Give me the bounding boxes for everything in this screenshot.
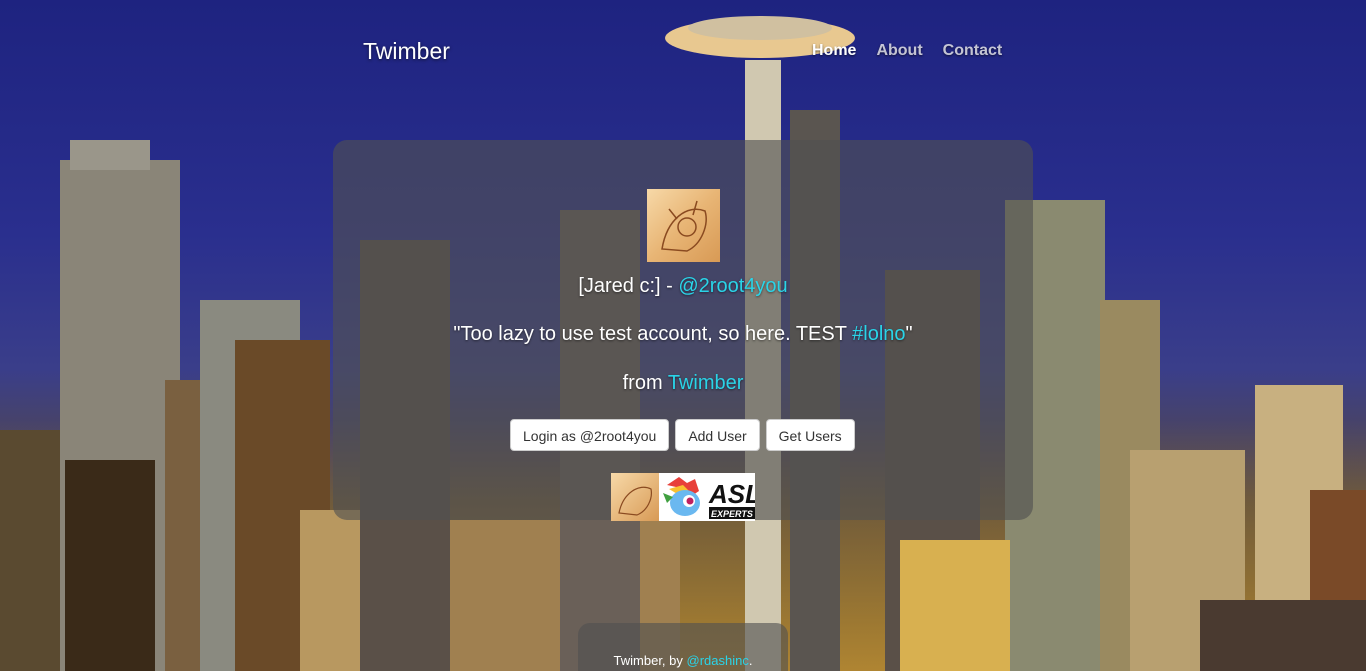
brand-link[interactable]: Twimber — [363, 38, 450, 65]
footer-prefix: Twimber, by — [613, 653, 687, 668]
tweet-text: "Too lazy to use test account, so here. … — [333, 323, 1033, 346]
asl-experts-logo: ASL EXPERTS — [708, 479, 761, 519]
user-avatar — [647, 189, 720, 262]
tweet-close-quote: " — [905, 323, 913, 345]
badge-strip: ASL EXPERTS — [611, 473, 761, 521]
footer-text: Twimber, by @rdashinc. — [578, 653, 788, 668]
author-name: [Jared c:] - — [578, 275, 679, 297]
nav-about[interactable]: About — [866, 40, 932, 62]
tweet-source: from Twimber — [333, 372, 1033, 395]
source-link[interactable]: Twimber — [668, 372, 744, 394]
pony-badge — [659, 473, 707, 521]
avatar-badge — [611, 473, 659, 521]
from-label: from — [622, 372, 668, 394]
footer-suffix: . — [748, 653, 753, 668]
avatar-sketch-icon — [661, 200, 707, 252]
action-buttons: Login as @2root4you Add User Get Users — [510, 419, 855, 451]
tweet-body: "Too lazy to use test account, so here. … — [453, 323, 853, 345]
sketch-badge-icon — [618, 486, 652, 516]
footer-author-link[interactable]: @rdashinc — [687, 653, 749, 668]
nav-home[interactable]: Home — [802, 40, 866, 62]
hashtag-link[interactable]: #lolno — [852, 323, 905, 345]
nav-contact[interactable]: Contact — [933, 40, 1013, 62]
svg-text:ASL: ASL — [708, 479, 755, 509]
tweet-author: [Jared c:] - @2root4you — [333, 275, 1033, 298]
get-users-button[interactable]: Get Users — [765, 419, 855, 451]
top-nav: Home About Contact — [802, 40, 1012, 62]
author-handle-link[interactable]: @2root4you — [678, 275, 787, 297]
login-button[interactable]: Login as @2root4you — [510, 419, 670, 451]
add-user-button[interactable]: Add User — [675, 419, 760, 451]
svg-text:EXPERTS: EXPERTS — [711, 509, 753, 519]
asl-experts-badge: ASL EXPERTS — [707, 473, 761, 521]
pony-icon — [663, 477, 700, 516]
